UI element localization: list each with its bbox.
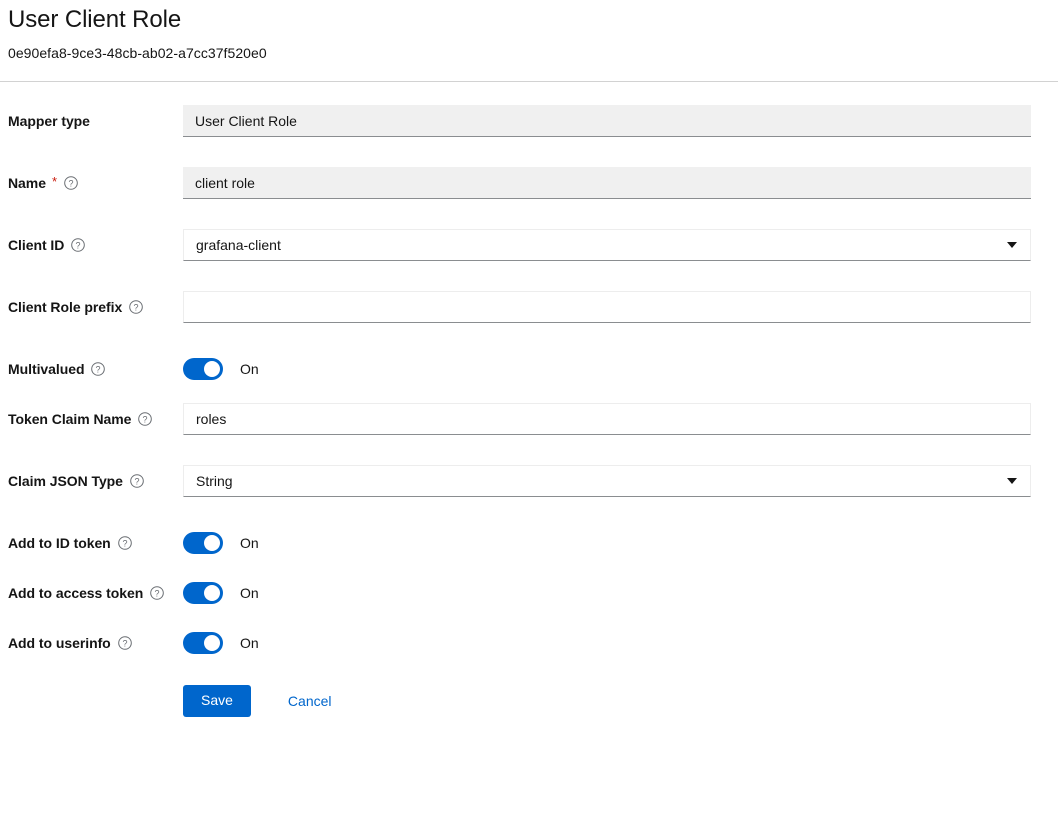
control-claim-json-type: String — [183, 465, 1058, 497]
label-text: Add to ID token — [8, 535, 111, 551]
label-text: Add to access token — [8, 585, 143, 601]
label-name: Name * ? — [0, 167, 183, 198]
help-icon[interactable]: ? — [150, 586, 164, 600]
page-header: User Client Role 0e90efa8-9ce3-48cb-ab02… — [0, 0, 1058, 61]
label-add-to-id-token: Add to ID token ? — [0, 527, 183, 558]
add-to-id-token-state-label: On — [240, 535, 259, 551]
help-icon[interactable]: ? — [118, 636, 132, 650]
help-icon[interactable]: ? — [71, 238, 85, 252]
form-row-token-claim-name: Token Claim Name ? — [0, 403, 1058, 435]
add-to-access-token-state-label: On — [240, 585, 259, 601]
label-claim-json-type: Claim JSON Type ? — [0, 465, 183, 496]
control-token-claim-name — [183, 403, 1058, 435]
form-row-name: Name * ? — [0, 167, 1058, 199]
label-add-to-userinfo: Add to userinfo ? — [0, 627, 183, 658]
label-text: Token Claim Name — [8, 411, 131, 427]
claim-json-type-select[interactable]: String — [183, 465, 1031, 497]
label-text: Client ID — [8, 237, 64, 253]
svg-text:?: ? — [96, 364, 101, 374]
label-add-to-access-token: Add to access token ? — [0, 577, 183, 608]
control-add-to-id-token: On — [183, 527, 1058, 558]
toggle-knob — [204, 635, 220, 651]
toggle-knob — [204, 585, 220, 601]
add-to-userinfo-state-label: On — [240, 635, 259, 651]
svg-text:?: ? — [143, 414, 148, 424]
client-role-prefix-input[interactable] — [183, 291, 1031, 323]
label-text: Mapper type — [8, 113, 90, 129]
control-client-role-prefix — [183, 291, 1058, 323]
required-indicator: * — [52, 175, 57, 188]
multivalued-state-label: On — [240, 361, 259, 377]
label-text: Client Role prefix — [8, 299, 122, 315]
form-row-mapper-type: Mapper type — [0, 105, 1058, 137]
multivalued-toggle[interactable] — [183, 358, 223, 380]
add-to-userinfo-toggle[interactable] — [183, 632, 223, 654]
add-to-id-token-toggle[interactable] — [183, 532, 223, 554]
cancel-button[interactable]: Cancel — [284, 686, 336, 716]
svg-text:?: ? — [122, 538, 127, 548]
add-to-access-token-toggle[interactable] — [183, 582, 223, 604]
control-add-to-userinfo: On — [183, 627, 1058, 658]
label-text: Add to userinfo — [8, 635, 111, 651]
label-text: Claim JSON Type — [8, 473, 123, 489]
label-multivalued: Multivalued ? — [0, 353, 183, 384]
form-row-client-role-prefix: Client Role prefix ? — [0, 291, 1058, 323]
svg-text:?: ? — [122, 638, 127, 648]
form-row-client-id: Client ID ? grafana-client — [0, 229, 1058, 261]
help-icon[interactable]: ? — [91, 362, 105, 376]
help-icon[interactable]: ? — [118, 536, 132, 550]
help-icon[interactable]: ? — [64, 176, 78, 190]
help-icon[interactable]: ? — [129, 300, 143, 314]
label-text: Multivalued — [8, 361, 84, 377]
form-row-add-to-id-token: Add to ID token ? On — [0, 527, 1058, 558]
svg-text:?: ? — [155, 588, 160, 598]
form-actions: Save Cancel — [0, 658, 1058, 717]
mapper-id: 0e90efa8-9ce3-48cb-ab02-a7cc37f520e0 — [8, 45, 1058, 61]
mapper-type-input — [183, 105, 1031, 137]
form-row-claim-json-type: Claim JSON Type ? String — [0, 465, 1058, 497]
control-multivalued: On — [183, 353, 1058, 384]
form-row-add-to-access-token: Add to access token ? On — [0, 577, 1058, 608]
claim-json-type-select-wrap: String — [183, 465, 1031, 497]
control-name — [183, 167, 1058, 199]
form-row-add-to-userinfo: Add to userinfo ? On — [0, 627, 1058, 658]
control-client-id: grafana-client — [183, 229, 1058, 261]
page-title: User Client Role — [8, 0, 1058, 32]
name-input — [183, 167, 1031, 199]
mapper-form: Mapper type Name * ? Client ID — [0, 82, 1058, 717]
control-mapper-type — [183, 105, 1058, 137]
label-mapper-type: Mapper type — [0, 105, 183, 136]
toggle-knob — [204, 361, 220, 377]
toggle-knob — [204, 535, 220, 551]
control-add-to-access-token: On — [183, 577, 1058, 608]
svg-text:?: ? — [134, 302, 139, 312]
help-icon[interactable]: ? — [138, 412, 152, 426]
save-button[interactable]: Save — [183, 685, 251, 717]
token-claim-name-input[interactable] — [183, 403, 1031, 435]
svg-text:?: ? — [68, 178, 73, 188]
form-row-multivalued: Multivalued ? On — [0, 353, 1058, 384]
label-client-role-prefix: Client Role prefix ? — [0, 291, 183, 322]
label-text: Name — [8, 175, 46, 191]
label-client-id: Client ID ? — [0, 229, 183, 260]
label-token-claim-name: Token Claim Name ? — [0, 403, 183, 434]
client-id-select-wrap: grafana-client — [183, 229, 1031, 261]
svg-text:?: ? — [76, 240, 81, 250]
svg-text:?: ? — [134, 476, 139, 486]
help-icon[interactable]: ? — [130, 474, 144, 488]
client-id-select[interactable]: grafana-client — [183, 229, 1031, 261]
